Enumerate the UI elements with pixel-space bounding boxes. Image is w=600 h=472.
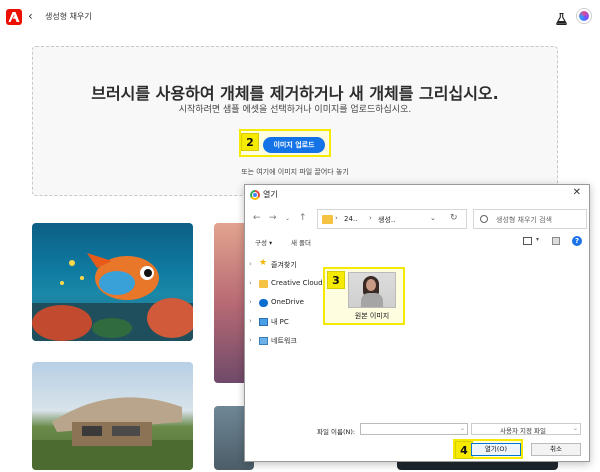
help-icon[interactable]: ? — [572, 236, 582, 246]
avatar[interactable] — [577, 9, 591, 23]
nav-item-label: OneDrive — [271, 298, 304, 306]
dropzone-subtitle: 시작하려면 샘플 에셋을 선택하거나 이미지를 업로드하십시오. — [178, 105, 412, 115]
filename-input[interactable]: ⌄ — [360, 423, 468, 435]
address-segment[interactable]: 생성.. — [378, 215, 395, 225]
dialog-titlebar: 열기 ✕ — [245, 185, 589, 205]
view-dropdown-icon[interactable]: ▾ — [536, 236, 539, 243]
star-icon: ★ — [259, 258, 268, 268]
nav-item-label: 즐겨찾기 — [271, 261, 297, 269]
refresh-icon[interactable]: ↻ — [450, 213, 458, 223]
close-icon[interactable]: ✕ — [573, 187, 581, 198]
chevron-down-icon[interactable]: ⌄ — [460, 425, 465, 432]
view-icon[interactable] — [523, 237, 532, 245]
address-separator: › — [335, 214, 338, 222]
flask-icon[interactable] — [556, 10, 567, 29]
chevron-right-icon[interactable]: › — [249, 298, 252, 306]
filename-label: 파일 이름(N): — [317, 428, 356, 436]
thumbnail-body — [361, 293, 383, 307]
filetype-select[interactable]: 사용자 지정 파일 ⌄ — [471, 423, 581, 435]
page-title: 생성형 채우기 — [45, 12, 92, 21]
step-marker-2: 2 — [241, 133, 259, 151]
nav-item-label: 네트워크 — [271, 337, 297, 345]
dialog-title: 열기 — [263, 190, 278, 199]
open-button[interactable]: 열기(O) — [471, 443, 521, 456]
filetype-value: 사용자 지정 파일 — [500, 427, 546, 435]
chevron-down-icon: ⌄ — [572, 425, 578, 432]
chevron-right-icon[interactable]: › — [249, 260, 252, 268]
forward-arrow-icon[interactable]: → — [269, 213, 277, 223]
preview-pane-icon[interactable] — [552, 237, 560, 245]
cloud-icon — [259, 299, 268, 307]
chevron-down-icon[interactable]: ⌄ — [430, 214, 436, 222]
upload-dropzone[interactable]: 브러시를 사용하여 개체를 제거하거나 새 개체를 그리십시오. 시작하려면 샘… — [32, 46, 558, 196]
address-bar[interactable]: › 24.. › 생성.. ⌄ ↻ — [317, 209, 467, 229]
chevron-right-icon[interactable]: › — [249, 279, 252, 287]
sample-image-house[interactable] — [32, 362, 193, 470]
drop-hint: 또는 여기에 이미지 파일 끌어다 놓기 — [241, 168, 349, 176]
step-marker-3: 3 — [327, 271, 345, 289]
up-arrow-icon[interactable]: ↑ — [299, 213, 307, 223]
open-file-dialog: 열기 ✕ ← → ⌄ ↑ › 24.. › 생성.. ⌄ ↻ 생성형 채우기 검… — [244, 184, 590, 462]
navigation-row: ← → ⌄ ↑ › 24.. › 생성.. ⌄ ↻ 생성형 채우기 검색 — [245, 209, 589, 231]
new-folder-button[interactable]: 새 폴더 — [291, 237, 311, 247]
file-thumbnail — [348, 272, 396, 308]
file-name: 원본 이미지 — [354, 312, 390, 320]
address-separator: › — [369, 214, 372, 222]
pc-icon — [259, 318, 268, 326]
chevron-right-icon[interactable]: › — [249, 336, 252, 344]
upload-image-button[interactable]: 이미지 업로드 — [263, 137, 325, 153]
nav-item-label: 내 PC — [271, 318, 289, 326]
address-segment[interactable]: 24.. — [344, 215, 357, 223]
folder-icon — [259, 280, 268, 288]
recent-dropdown-icon[interactable]: ⌄ — [285, 215, 290, 222]
back-arrow-icon[interactable]: ← — [253, 213, 261, 223]
back-button[interactable]: ‹ — [28, 9, 33, 23]
sample-image-fish[interactable] — [32, 223, 193, 341]
search-icon — [480, 215, 488, 223]
app-window: ‹ 생성형 채우기 브러시를 사용하여 개체를 제거하거나 새 개체를 그리십시… — [0, 0, 600, 472]
filename-row: 파일 이름(N): ⌄ 사용자 지정 파일 ⌄ — [245, 423, 589, 437]
folder-icon — [322, 215, 333, 224]
nav-item-label: Creative Cloud — [271, 279, 323, 287]
adobe-logo-icon[interactable] — [6, 9, 22, 25]
search-input[interactable]: 생성형 채우기 검색 — [473, 209, 587, 229]
thumbnail-head — [366, 279, 376, 291]
dialog-toolbar: 구성 ▾ 새 폴더 ▾ ? — [245, 235, 589, 249]
file-item[interactable]: 원본 이미지 — [345, 270, 399, 324]
chrome-icon — [250, 190, 260, 200]
organize-menu[interactable]: 구성 ▾ — [255, 237, 272, 247]
navigation-pane: › ★ 즐겨찾기 › Creative Cloud › OneDrive › 내… — [245, 251, 323, 411]
button-row: 4 열기(O) 취소 — [245, 439, 589, 461]
app-header: ‹ 생성형 채우기 — [0, 0, 600, 36]
chevron-right-icon[interactable]: › — [249, 317, 252, 325]
cancel-button[interactable]: 취소 — [531, 443, 581, 456]
search-placeholder: 생성형 채우기 검색 — [496, 216, 552, 224]
network-icon — [259, 337, 268, 345]
dropzone-title: 브러시를 사용하여 개체를 제거하거나 새 개체를 그리십시오. — [91, 84, 499, 103]
